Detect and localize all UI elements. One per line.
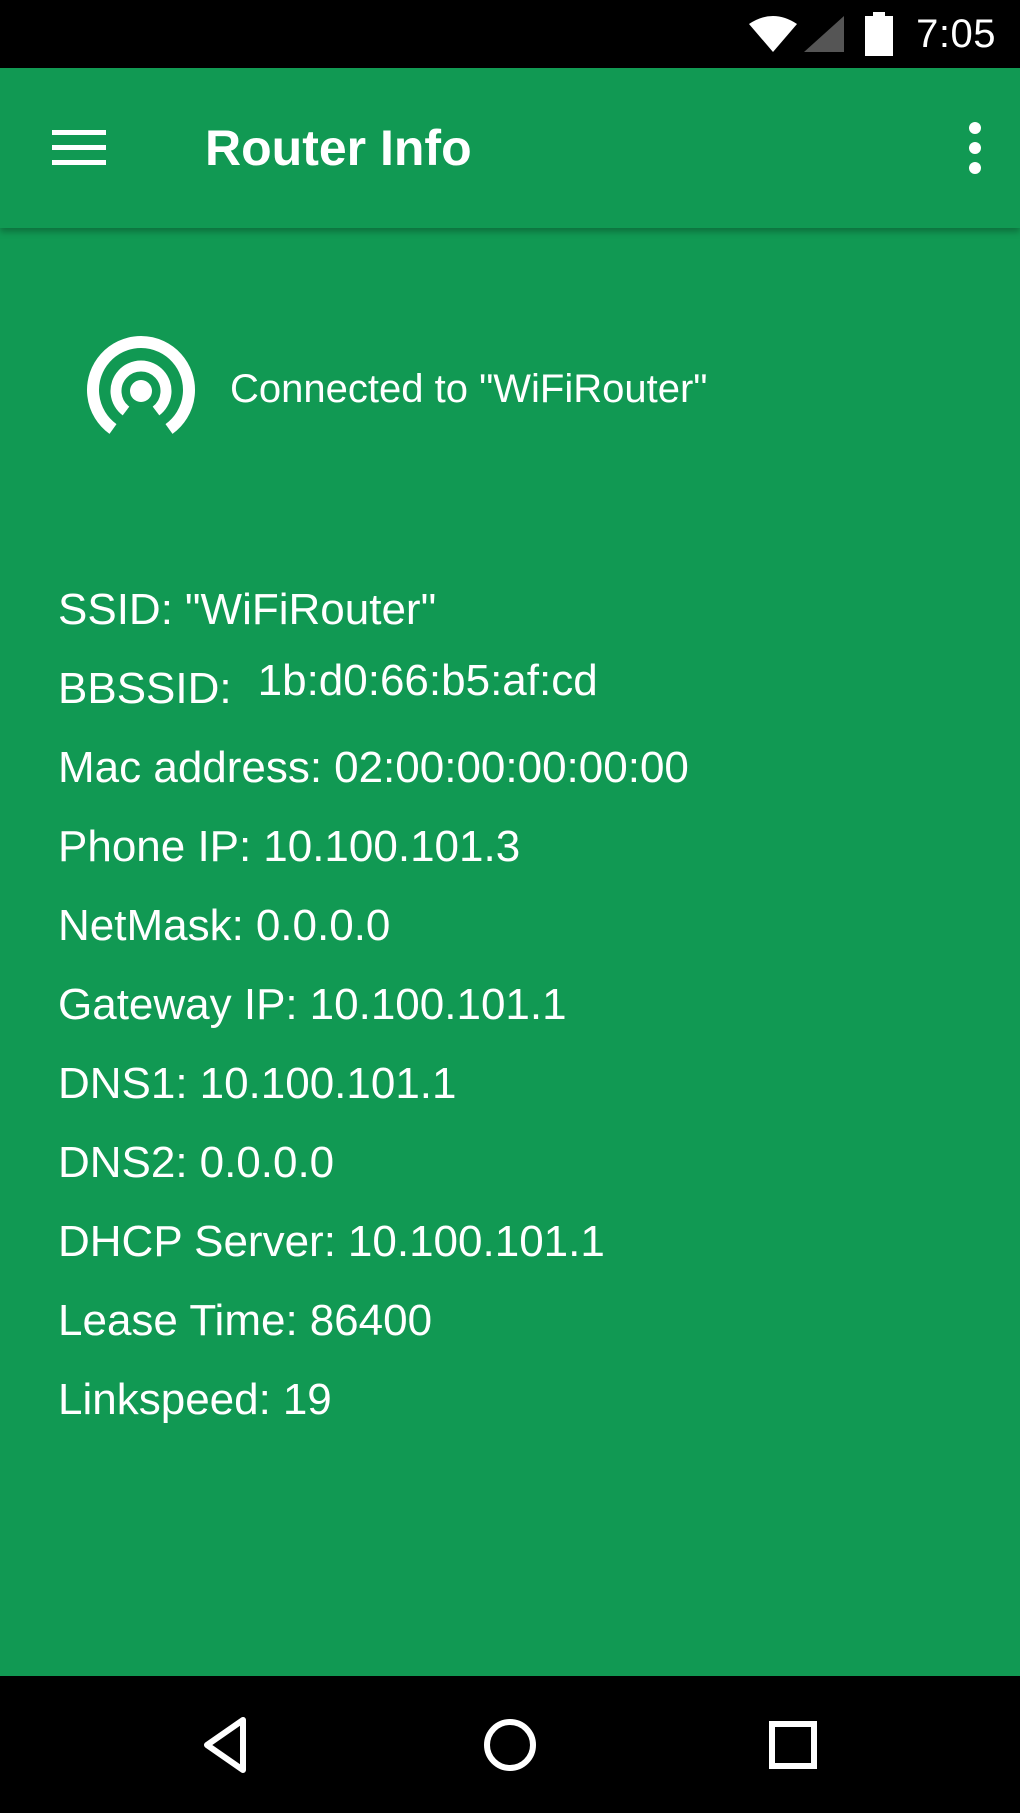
info-label: DNS1: <box>58 1059 188 1108</box>
info-label: Phone IP: <box>58 822 252 871</box>
battery-icon <box>865 12 894 56</box>
info-label: DNS2: <box>58 1138 188 1187</box>
main-content: Connected to "WiFiRouter" SSID: "WiFiRout… <box>0 228 1020 1676</box>
info-label: Lease Time: <box>58 1296 298 1345</box>
info-value: 02:00:00:00:00:00 <box>334 743 689 792</box>
info-value: 10.100.101.1 <box>347 1217 605 1266</box>
info-label: NetMask: <box>58 901 244 950</box>
info-row-phone-ip: Phone IP: 10.100.101.3 <box>58 807 689 886</box>
info-value: 10.100.101.1 <box>199 1059 457 1108</box>
info-row-ssid: SSID: "WiFiRouter" <box>58 570 689 649</box>
navigation-bar <box>0 1676 1020 1813</box>
app-title: Router Info <box>205 120 472 176</box>
wifi-icon <box>749 16 798 52</box>
status-time: 7:05 <box>916 11 996 56</box>
wifi-hotspot-icon <box>87 336 195 434</box>
info-value: 1b:d0:66:b5:af:cd <box>257 656 598 705</box>
info-row-dns1: DNS1: 10.100.101.1 <box>58 1044 689 1123</box>
info-label: DHCP Server: <box>58 1217 336 1266</box>
info-label: SSID: <box>58 585 173 634</box>
info-label: Linkspeed: <box>58 1375 271 1424</box>
more-vertical-icon <box>969 122 981 174</box>
overflow-menu-button[interactable] <box>960 116 990 180</box>
info-value: 0.0.0.0 <box>199 1138 335 1187</box>
info-row-bbssid: BBSSID: 1b:d0:66:b5:af:cd <box>58 649 689 728</box>
connection-text: Connected to "WiFiRouter" <box>230 366 708 411</box>
status-icons: 7:05 <box>748 0 1020 68</box>
router-info-list: SSID: "WiFiRouter" BBSSID: 1b:d0:66:b5:af:… <box>58 570 689 1439</box>
info-value: 10.100.101.1 <box>309 980 567 1029</box>
info-label: Gateway IP: <box>58 980 298 1029</box>
info-value: 10.100.101.3 <box>263 822 521 871</box>
info-value: 0.0.0.0 <box>255 901 391 950</box>
info-row-dhcp-server: DHCP Server: 10.100.101.1 <box>58 1202 689 1281</box>
status-bar: 7:05 <box>0 0 1020 68</box>
back-icon <box>204 1717 246 1773</box>
info-row-mac-address: Mac address: 02:00:00:00:00:00 <box>58 728 689 807</box>
hamburger-menu-icon <box>52 130 106 165</box>
info-row-gateway-ip: Gateway IP: 10.100.101.1 <box>58 965 689 1044</box>
info-label: BBSSID: <box>58 664 232 713</box>
info-row-lease-time: Lease Time: 86400 <box>58 1281 689 1360</box>
info-value: 86400 <box>309 1296 433 1345</box>
info-value: "WiFiRouter" <box>184 585 437 634</box>
info-value: 19 <box>282 1375 332 1424</box>
info-row-netmask: NetMask: 0.0.0.0 <box>58 886 689 965</box>
menu-button[interactable] <box>44 118 114 178</box>
info-label: Mac address: <box>58 743 323 792</box>
app-bar: Router Info <box>0 68 1020 228</box>
home-button[interactable] <box>475 1710 545 1780</box>
cell-signal-icon <box>804 16 845 52</box>
back-button[interactable] <box>193 1710 263 1780</box>
info-row-linkspeed: Linkspeed: 19 <box>58 1360 689 1439</box>
connection-status: Connected to "WiFiRouter" <box>82 330 707 448</box>
screen: 7:05 Router Info Connected to "WiFiRoute… <box>0 0 1020 1813</box>
recents-icon <box>769 1721 817 1769</box>
recents-button[interactable] <box>758 1710 828 1780</box>
info-row-dns2: DNS2: 0.0.0.0 <box>58 1123 689 1202</box>
home-icon <box>484 1719 536 1771</box>
